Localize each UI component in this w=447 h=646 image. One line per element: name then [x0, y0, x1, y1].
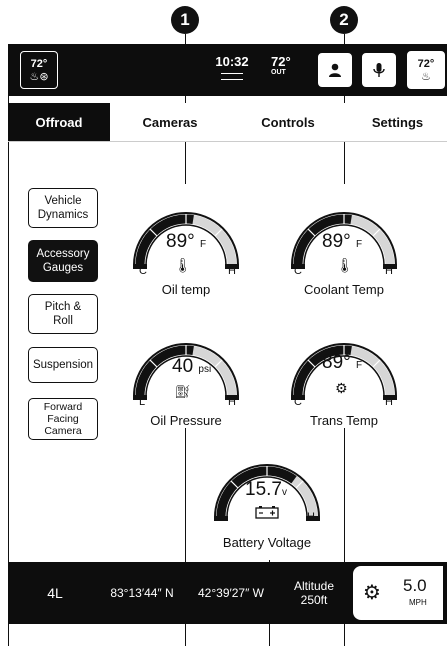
gauge-label: Oil temp [161, 282, 211, 297]
gauge-label: Battery Voltage [222, 535, 312, 550]
gauge-high-label: H [385, 265, 393, 277]
gauge-value: 89° F [166, 231, 207, 252]
sidebar-item-pitch-roll[interactable]: Pitch & Roll [28, 294, 98, 334]
passenger-climate-button[interactable]: 72° ♨ [407, 51, 445, 89]
time: 10:32 [215, 54, 249, 69]
microphone-icon [373, 63, 385, 77]
latitude: 83°13′44″ N [110, 586, 174, 600]
gauge-oil-temp: 89° F 🌡︎ C H Oil temp [126, 187, 246, 312]
gauge-oil-pressure: 40 psi ⛽︎ L H Oil Pressure [126, 318, 246, 443]
gauge-high-label: H [385, 396, 393, 408]
passenger-temp: 72° [417, 57, 435, 70]
driver-climate-button[interactable]: 72° ♨⊛ [20, 51, 58, 89]
clock: 10:32 [214, 54, 250, 80]
menu-handle-icon[interactable] [221, 73, 243, 80]
person-icon [329, 63, 341, 77]
speed-panel[interactable]: ⚙ 5.0 MPH [353, 566, 443, 620]
callout-2: 2 [330, 6, 358, 34]
callout-1: 1 [171, 6, 199, 34]
gauge-trans-temp: 89° F ⚙ C H Trans Temp [284, 318, 404, 443]
speedometer-icon: ⚙ [363, 582, 381, 604]
gear-indicator: 4L [47, 585, 63, 601]
oil-can-icon: ⛽︎ [174, 384, 191, 399]
sidebar-item-suspension[interactable]: Suspension [28, 347, 98, 383]
driver-temp: 72° [30, 57, 48, 70]
gauge-high-label: H [307, 511, 315, 523]
tab-settings[interactable]: Settings [348, 103, 447, 141]
battery-icon [255, 506, 279, 519]
tab-offroad[interactable]: Offroad [8, 103, 110, 141]
altitude-label: Altitude [293, 579, 335, 593]
oil-temp-icon: 🌡︎ [174, 257, 192, 273]
gauge-low-label: C [294, 396, 302, 408]
heated-seat-wheel-icon: ♨⊛ [29, 70, 49, 83]
longitude: 42°39′27″ W [198, 586, 264, 600]
gauge-value: 15.7v [245, 479, 287, 500]
transmission-icon: ⚙ [335, 380, 348, 396]
sidebar-item-accessory-gauges[interactable]: Accessory Gauges [28, 240, 98, 282]
sidebar-item-vehicle-dynamics[interactable]: Vehicle Dynamics [28, 188, 98, 228]
outside-temp-label: OUT [271, 69, 286, 76]
gauge-low-label: C [294, 265, 302, 277]
altitude: Altitude 250ft [278, 562, 350, 624]
gauge-value: 89° F [322, 352, 363, 373]
heated-seat-icon: ♨ [421, 70, 431, 83]
sidebar-item-forward-facing-camera[interactable]: Forward Facing Camera [28, 398, 98, 440]
outside-temp-value: 72° [271, 54, 291, 69]
altitude-value: 250ft [300, 593, 328, 607]
gauge-coolant-temp: 89° F 🌡︎ C H Coolant Temp [284, 187, 404, 312]
gauge-label: Trans Temp [310, 413, 378, 428]
gauge-low-label: L [139, 396, 146, 408]
gauge-label: Oil Pressure [150, 413, 222, 428]
top-status-bar: 72° ♨⊛ 10:32 72° OUT 72° ♨ [8, 44, 447, 96]
tab-cameras[interactable]: Cameras [120, 103, 220, 141]
speed-value: 5.0 [403, 576, 427, 595]
gauge-low-label: C [139, 265, 147, 277]
gauge-high-label: H [228, 265, 236, 277]
gauge-value: 40 psi [172, 356, 212, 377]
gauge-label: Coolant Temp [304, 282, 384, 297]
profile-button[interactable] [318, 53, 352, 87]
tab-controls[interactable]: Controls [236, 103, 340, 141]
outside-temp: 72° OUT [271, 54, 291, 76]
speed-unit: MPH [409, 598, 427, 607]
gauge-low-label: L [218, 511, 225, 523]
gauge-high-label: H [228, 396, 236, 408]
bottom-status-bar: 4L 83°13′44″ N 42°39′27″ W Altitude 250f… [8, 562, 447, 624]
gauge-value: 89° F [322, 231, 363, 252]
tab-bar: Offroad Cameras Controls Settings [8, 103, 447, 142]
gauge-battery-voltage: 15.7v L H Battery Voltage [207, 439, 327, 564]
voice-button[interactable] [362, 53, 396, 87]
coolant-temp-icon: 🌡︎ [336, 257, 354, 273]
